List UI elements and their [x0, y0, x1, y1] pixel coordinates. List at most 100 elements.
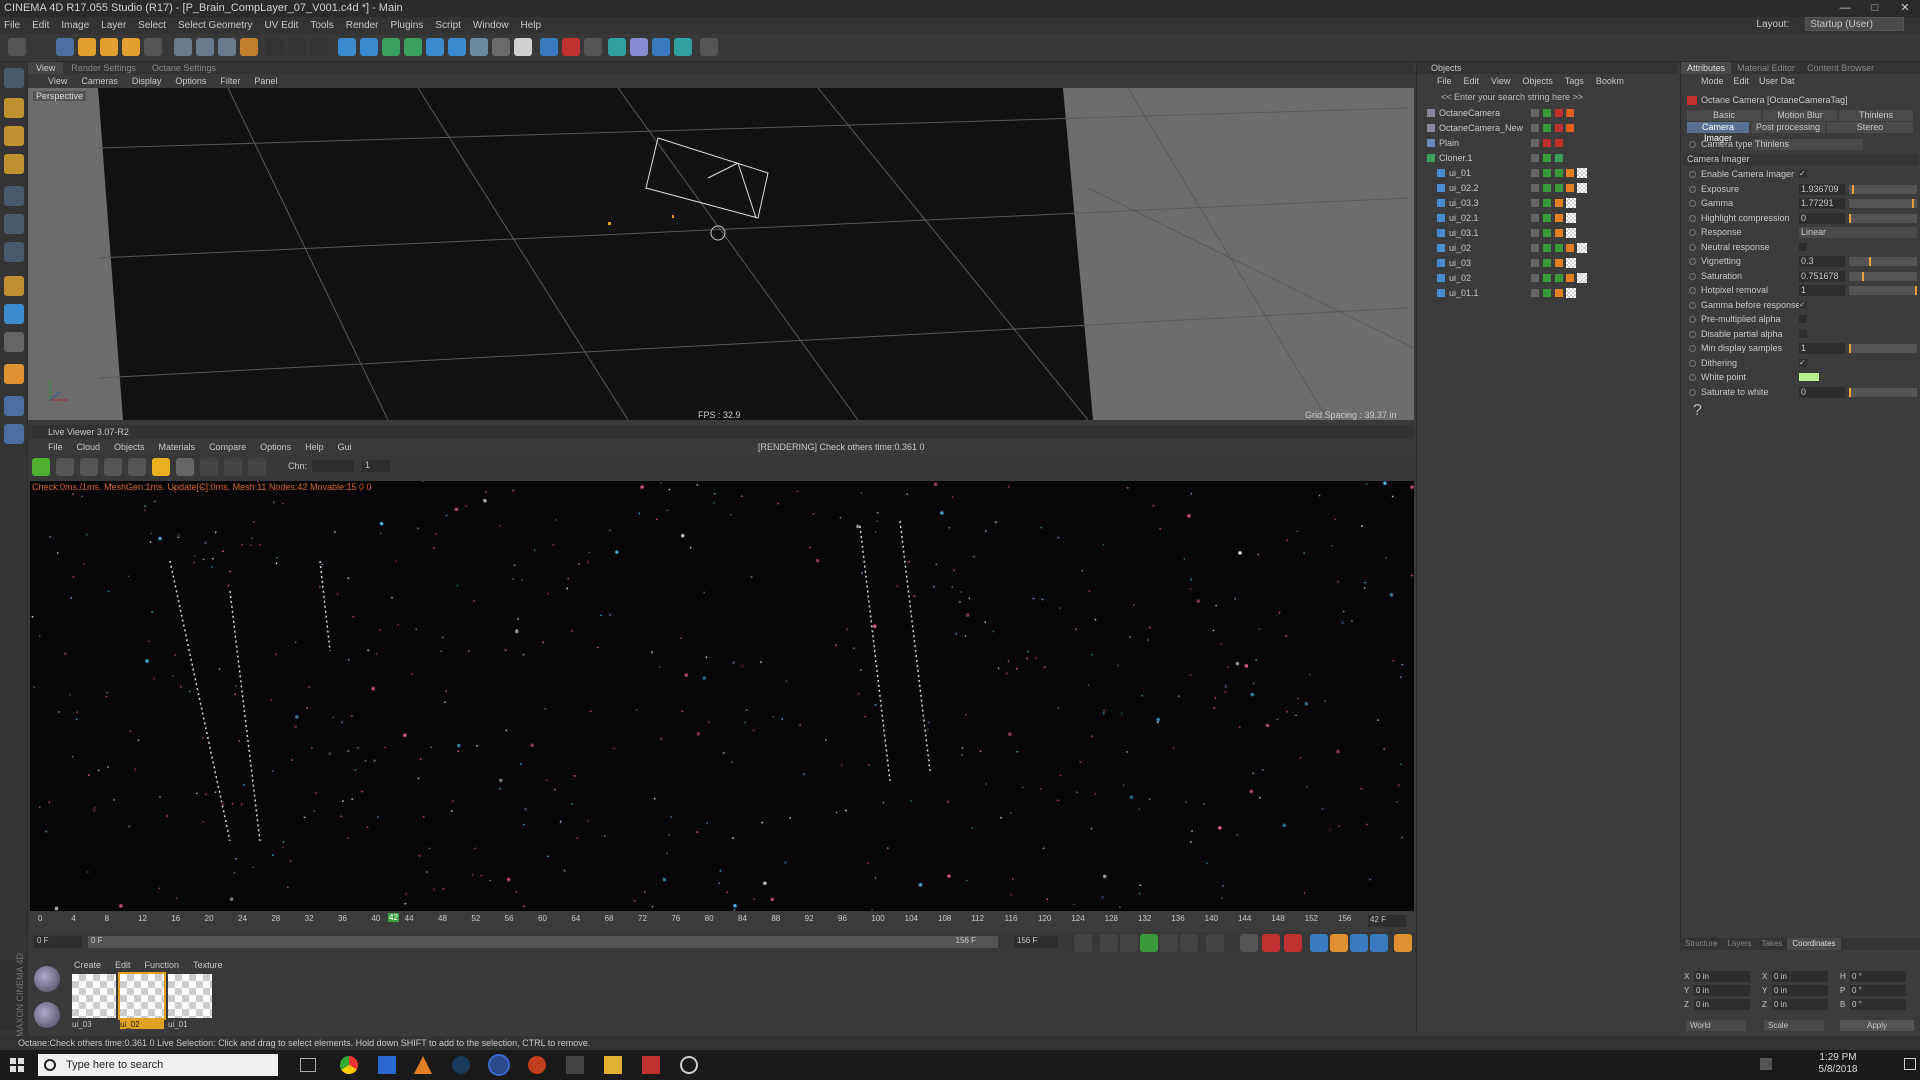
menu-script[interactable]: Script: [435, 20, 461, 31]
object-row[interactable]: OctaneCamera_New: [1417, 121, 1679, 135]
tag-icon[interactable]: [1555, 139, 1563, 147]
lv-menu-help[interactable]: Help: [305, 442, 324, 452]
attribute-slider[interactable]: [1849, 387, 1917, 397]
menu-edit[interactable]: Edit: [32, 20, 49, 31]
slider-handle[interactable]: [1868, 257, 1871, 266]
tag-icon[interactable]: [1566, 169, 1574, 177]
attribute-number-field[interactable]: 0.3: [1799, 256, 1845, 267]
mat-menu-texture[interactable]: Texture: [193, 960, 223, 970]
cube-icon[interactable]: [338, 38, 356, 56]
obj-menu-objects[interactable]: Objects: [1522, 76, 1553, 88]
region-icon[interactable]: [104, 458, 122, 476]
scale-key-icon[interactable]: [1330, 934, 1348, 952]
enable-check-icon[interactable]: [1543, 244, 1551, 252]
octane-live-viewer-icon[interactable]: [540, 38, 558, 56]
object-name[interactable]: Cloner.1: [1439, 151, 1473, 165]
z-axis-icon[interactable]: [218, 38, 236, 56]
subsampling-icon[interactable]: [200, 458, 218, 476]
texture-tag-icon[interactable]: [1566, 198, 1576, 208]
attribute-slider[interactable]: [1849, 199, 1917, 208]
object-name[interactable]: ui_02: [1449, 241, 1471, 255]
undo-icon[interactable]: [8, 38, 26, 56]
render-settings-icon[interactable]: [310, 38, 328, 56]
tab-structure[interactable]: Structure: [1680, 938, 1722, 950]
coord-value-field[interactable]: 0 in: [1772, 985, 1828, 996]
coord-value-field[interactable]: 0 in: [1694, 971, 1750, 982]
pen-icon[interactable]: [360, 38, 378, 56]
object-row[interactable]: ui_02: [1417, 241, 1679, 255]
vp-menu-filter[interactable]: Filter: [220, 76, 240, 86]
coord-value-field[interactable]: 0 in: [1772, 971, 1828, 982]
coord-value-field[interactable]: 0 °: [1850, 985, 1906, 996]
visibility-icon[interactable]: [1531, 169, 1539, 177]
object-row[interactable]: ui_02.1: [1417, 211, 1679, 225]
render-app-icon[interactable]: [642, 1056, 660, 1074]
enable-check-icon[interactable]: [1543, 259, 1551, 267]
tab-post-processing[interactable]: Post processing: [1751, 122, 1825, 133]
coord-value-field[interactable]: 0 in: [1694, 985, 1750, 996]
object-name[interactable]: Plain: [1439, 136, 1459, 150]
object-name[interactable]: ui_02.2: [1449, 181, 1479, 195]
deformer-icon[interactable]: [426, 38, 444, 56]
app-icon[interactable]: [680, 1056, 698, 1074]
object-row[interactable]: ui_01.1: [1417, 286, 1679, 300]
start-frame-field[interactable]: 0 F: [34, 936, 82, 948]
next-key-icon[interactable]: [1180, 934, 1198, 952]
attribute-number-field[interactable]: 0: [1799, 212, 1845, 224]
slider-handle[interactable]: [1862, 271, 1865, 281]
attribute-checkbox[interactable]: [1799, 242, 1807, 251]
enable-check-icon[interactable]: [1543, 214, 1551, 222]
subdivision-icon[interactable]: [382, 38, 400, 56]
visibility-icon[interactable]: [1531, 289, 1539, 297]
workplane-lock-icon[interactable]: [4, 396, 24, 416]
play-icon[interactable]: [1140, 934, 1158, 952]
restart-icon[interactable]: [56, 458, 74, 476]
tag-icon[interactable]: [1555, 244, 1563, 252]
send-scene-icon[interactable]: [32, 458, 50, 476]
parameter-key-icon[interactable]: [1370, 934, 1388, 952]
lock-icon[interactable]: [152, 458, 170, 476]
texture-tag-icon[interactable]: [1566, 228, 1576, 238]
mat-menu-function[interactable]: Function: [145, 960, 180, 970]
object-row[interactable]: ui_02.2: [1417, 181, 1679, 195]
vp-menu-panel[interactable]: Panel: [254, 76, 277, 86]
x-axis-icon[interactable]: [174, 38, 192, 56]
system-tray-icon[interactable]: [1760, 1058, 1772, 1070]
goto-start-icon[interactable]: [1074, 934, 1092, 952]
maximize-button[interactable]: □: [1860, 0, 1890, 17]
attribute-number-field[interactable]: 0.751678: [1799, 270, 1845, 282]
attribute-number-field[interactable]: 1.936709: [1799, 183, 1845, 195]
octane-tag-icon[interactable]: [630, 38, 648, 56]
object-row[interactable]: Cloner.1: [1417, 151, 1679, 165]
attribute-slider[interactable]: [1849, 271, 1917, 281]
attribute-checkbox[interactable]: ✓: [1799, 358, 1807, 367]
mat-menu-edit[interactable]: Edit: [115, 960, 131, 970]
cinema4d-icon[interactable]: [488, 1054, 510, 1076]
animate-dot-icon[interactable]: [1689, 330, 1696, 338]
world-dropdown[interactable]: World: [1686, 1020, 1746, 1031]
steam-icon[interactable]: [452, 1056, 470, 1074]
visibility-icon[interactable]: [1531, 259, 1539, 267]
layout-dropdown[interactable]: Startup (User): [1805, 17, 1904, 31]
animate-dot-icon[interactable]: [1689, 200, 1696, 207]
obj-menu-bookmarks[interactable]: Bookm: [1596, 76, 1624, 88]
enable-check-icon[interactable]: [1543, 184, 1551, 192]
octane-texture-icon[interactable]: [674, 38, 692, 56]
tab-basic[interactable]: Basic: [1687, 110, 1761, 121]
attribute-checkbox[interactable]: [1799, 329, 1807, 338]
tag-icon[interactable]: [1555, 289, 1563, 297]
timeline-ruler[interactable]: 0 4 8 12 16 20 24 28 32 36 40 44 48 52 56 60 64 68 72 76 80 8…: [30, 912, 1416, 932]
task-view-icon[interactable]: [300, 1058, 316, 1072]
animate-dot-icon[interactable]: [1689, 214, 1696, 222]
keyframe-selection-icon[interactable]: [1284, 934, 1302, 952]
prev-key-icon[interactable]: [1100, 934, 1118, 952]
next-frame-icon[interactable]: [1160, 934, 1178, 952]
prev-frame-icon[interactable]: [1120, 934, 1138, 952]
material-swatch[interactable]: [72, 974, 116, 1018]
transform-icon[interactable]: [144, 38, 162, 56]
octane-settings-icon[interactable]: [584, 38, 602, 56]
tweak-mode-icon[interactable]: [4, 304, 24, 324]
coord-value-field[interactable]: 0 °: [1850, 971, 1906, 982]
notification-icon[interactable]: [1904, 1058, 1916, 1070]
slider-handle[interactable]: [1911, 199, 1914, 208]
